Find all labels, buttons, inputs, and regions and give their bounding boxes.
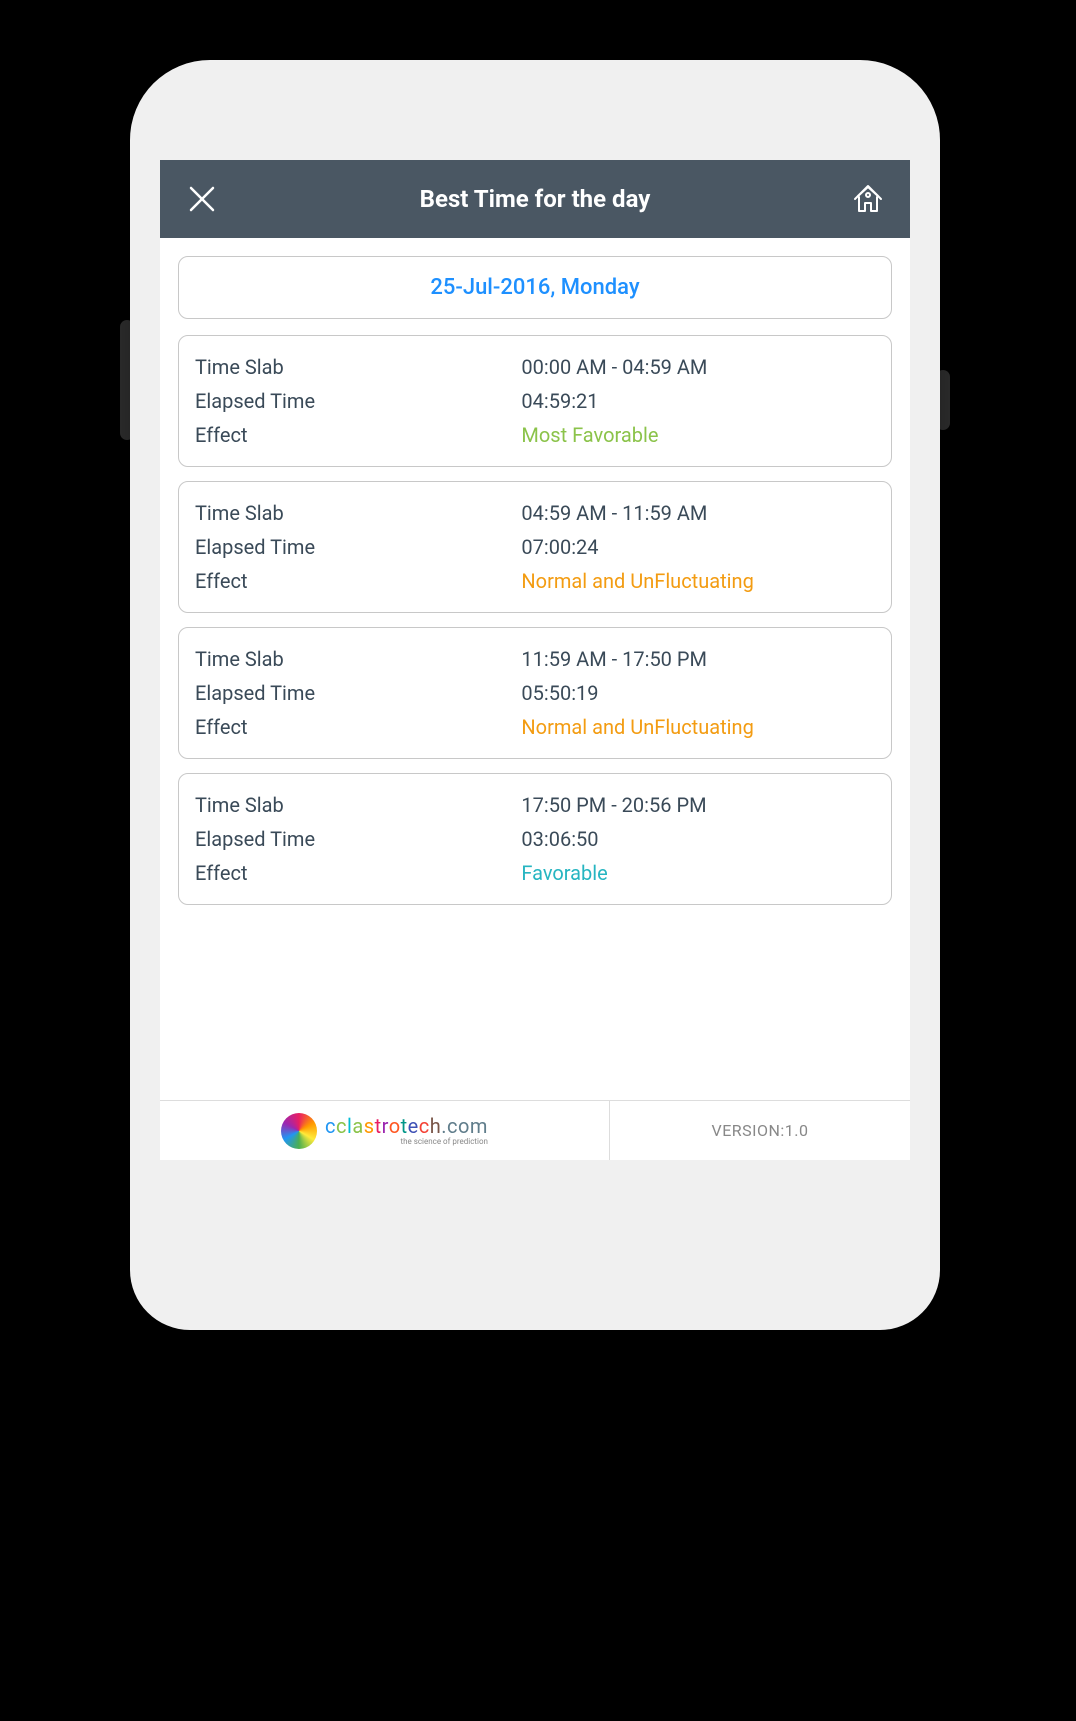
slab-row: Elapsed Time07:00:24: [195, 530, 875, 564]
slab-row: Time Slab11:59 AM - 17:50 PM: [195, 642, 875, 676]
slab-row: EffectNormal and UnFluctuating: [195, 710, 875, 744]
slab-row: Time Slab00:00 AM - 04:59 AM: [195, 350, 875, 384]
slab-row: Elapsed Time04:59:21: [195, 384, 875, 418]
brand-name: cclastrotech.com: [325, 1116, 488, 1136]
screen: Best Time for the day 25-Jul-2016, Monda…: [160, 160, 910, 1160]
brand-area: cclastrotech.com the science of predicti…: [160, 1101, 610, 1160]
slab-label: Time Slab: [195, 642, 521, 676]
app-header: Best Time for the day: [160, 160, 910, 238]
slab-row: Time Slab17:50 PM - 20:56 PM: [195, 788, 875, 822]
slab-value-effect: Most Favorable: [521, 418, 875, 452]
slab-value-effect: Favorable: [521, 856, 875, 890]
home-button[interactable]: [848, 179, 888, 219]
time-slab-card: Time Slab00:00 AM - 04:59 AMElapsed Time…: [178, 335, 892, 467]
slab-value-effect: Normal and UnFluctuating: [521, 564, 875, 598]
slab-label: Time Slab: [195, 350, 521, 384]
slab-value-time_slab: 00:00 AM - 04:59 AM: [521, 350, 875, 384]
slab-value-time_slab: 11:59 AM - 17:50 PM: [521, 642, 875, 676]
slab-value-elapsed_time: 03:06:50: [521, 822, 875, 856]
phone-frame: Best Time for the day 25-Jul-2016, Monda…: [130, 60, 940, 1330]
slab-value-time_slab: 04:59 AM - 11:59 AM: [521, 496, 875, 530]
brand-logo-icon: [281, 1113, 317, 1149]
slab-label: Time Slab: [195, 496, 521, 530]
close-button[interactable]: [182, 179, 222, 219]
close-icon: [187, 184, 217, 214]
date-selector[interactable]: 25-Jul-2016, Monday: [178, 256, 892, 319]
slab-row: EffectNormal and UnFluctuating: [195, 564, 875, 598]
content-area: 25-Jul-2016, Monday Time Slab00:00 AM - …: [160, 238, 910, 1100]
slab-value-effect: Normal and UnFluctuating: [521, 710, 875, 744]
slab-value-elapsed_time: 05:50:19: [521, 676, 875, 710]
brand-tagline: the science of prediction: [325, 1138, 488, 1146]
time-slab-card: Time Slab04:59 AM - 11:59 AMElapsed Time…: [178, 481, 892, 613]
slab-row: Elapsed Time05:50:19: [195, 676, 875, 710]
slab-row: EffectFavorable: [195, 856, 875, 890]
page-title: Best Time for the day: [222, 185, 848, 213]
slab-label: Elapsed Time: [195, 530, 521, 564]
slab-value-elapsed_time: 04:59:21: [521, 384, 875, 418]
slab-label: Effect: [195, 418, 521, 452]
slab-label: Time Slab: [195, 788, 521, 822]
home-icon: [851, 182, 885, 216]
brand-text: cclastrotech.com the science of predicti…: [325, 1116, 488, 1146]
slab-label: Elapsed Time: [195, 384, 521, 418]
time-slab-card: Time Slab11:59 AM - 17:50 PMElapsed Time…: [178, 627, 892, 759]
version-label: VERSION:1.0: [610, 1101, 910, 1160]
slab-label: Effect: [195, 710, 521, 744]
slab-label: Elapsed Time: [195, 822, 521, 856]
footer: cclastrotech.com the science of predicti…: [160, 1100, 910, 1160]
slab-list: Time Slab00:00 AM - 04:59 AMElapsed Time…: [178, 335, 892, 905]
slab-row: Elapsed Time03:06:50: [195, 822, 875, 856]
slab-value-elapsed_time: 07:00:24: [521, 530, 875, 564]
slab-label: Effect: [195, 564, 521, 598]
slab-row: Time Slab04:59 AM - 11:59 AM: [195, 496, 875, 530]
slab-value-time_slab: 17:50 PM - 20:56 PM: [521, 788, 875, 822]
slab-row: EffectMost Favorable: [195, 418, 875, 452]
time-slab-card: Time Slab17:50 PM - 20:56 PMElapsed Time…: [178, 773, 892, 905]
slab-label: Effect: [195, 856, 521, 890]
slab-label: Elapsed Time: [195, 676, 521, 710]
